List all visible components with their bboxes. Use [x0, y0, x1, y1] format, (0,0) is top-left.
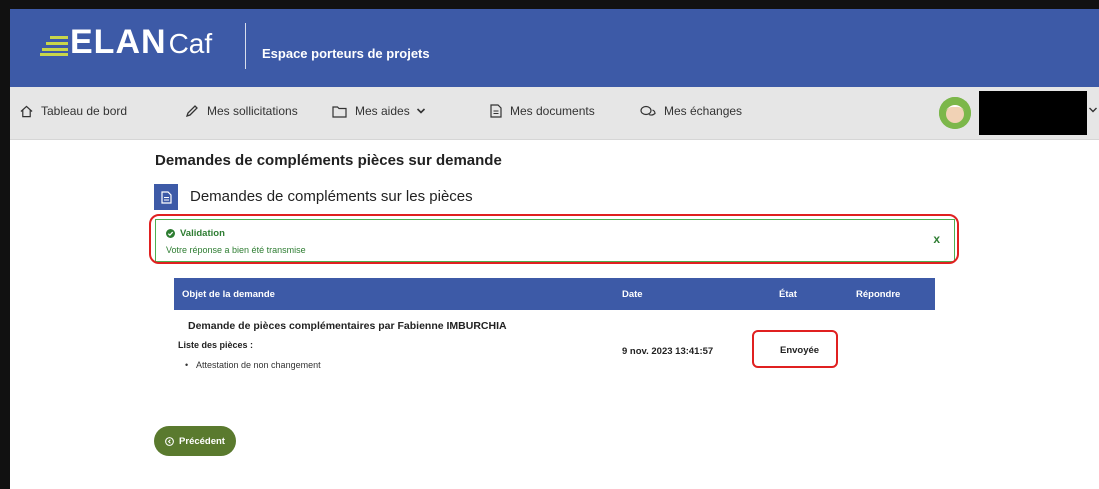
pieces-list-label: Liste des pièces :	[178, 340, 254, 350]
main-nav: Tableau de bord Mes sollicitations Mes a…	[10, 87, 1099, 140]
avatar-icon	[939, 97, 971, 129]
section-title: Demandes de compléments sur les pièces	[190, 188, 473, 205]
nav-label-mes-echanges: Mes échanges	[664, 104, 743, 118]
previous-button[interactable]: Précédent	[154, 426, 236, 456]
alert-title-text: Validation	[180, 228, 225, 239]
pen-icon	[185, 105, 198, 118]
check-circle-icon	[166, 229, 175, 238]
status-badge: Envoyée	[780, 345, 820, 356]
arrow-left-circle-icon	[165, 436, 174, 446]
logo-stripes-icon	[40, 36, 68, 56]
screenshot-border-top	[0, 0, 1099, 9]
page-title: Demandes de compléments pièces sur deman…	[155, 152, 502, 169]
user-avatar[interactable]	[939, 97, 971, 129]
column-header-reply: Répondre	[856, 289, 901, 300]
logo-elan-text: ELAN	[70, 23, 167, 61]
nav-item-tableau-de-bord[interactable]: Tableau de bord	[20, 104, 127, 118]
nav-item-mes-documents[interactable]: Mes documents	[490, 104, 595, 118]
alert-title: Validation	[166, 228, 225, 239]
nav-label-tableau-de-bord: Tableau de bord	[41, 104, 128, 118]
piece-list-item: Attestation de non changement	[185, 360, 321, 370]
folder-icon	[332, 105, 347, 118]
chat-icon	[640, 105, 656, 116]
validation-alert: Validation Votre réponse a bien été tran…	[155, 219, 955, 262]
previous-button-label: Précédent	[179, 435, 225, 447]
document-icon	[490, 104, 502, 118]
header-divider	[245, 23, 246, 69]
logo-caf-text: Caf	[168, 28, 213, 59]
elan-caf-logo[interactable]: ELAN Caf	[40, 22, 212, 62]
alert-close-button[interactable]: x	[933, 232, 940, 246]
column-header-object: Objet de la demande	[182, 289, 275, 300]
user-menu-chevron-icon[interactable]	[1088, 106, 1098, 114]
header-subtitle: Espace porteurs de projets	[262, 46, 430, 61]
section-document-icon	[154, 184, 178, 210]
nav-item-mes-sollicitations[interactable]: Mes sollicitations	[185, 104, 298, 118]
home-icon	[20, 105, 33, 117]
chevron-down-icon	[416, 108, 425, 114]
nav-label-mes-aides: Mes aides	[355, 104, 410, 118]
request-date: 9 nov. 2023 13:41:57	[622, 346, 714, 357]
nav-item-mes-echanges[interactable]: Mes échanges	[640, 104, 742, 118]
screenshot-border-left	[0, 0, 10, 489]
user-name-redacted[interactable]	[979, 91, 1087, 135]
nav-label-mes-sollicitations: Mes sollicitations	[207, 104, 298, 118]
column-header-date: Date	[622, 289, 643, 300]
table-header: Objet de la demande Date État Répondre	[174, 278, 935, 310]
nav-label-mes-documents: Mes documents	[510, 104, 595, 118]
column-header-state: État	[779, 289, 797, 300]
nav-item-mes-aides[interactable]: Mes aides	[332, 104, 426, 118]
app-header: ELAN Caf Espace porteurs de projets	[10, 9, 1099, 87]
alert-message: Votre réponse a bien été transmise	[166, 245, 306, 255]
request-title: Demande de pièces complémentaires par Fa…	[188, 320, 507, 332]
